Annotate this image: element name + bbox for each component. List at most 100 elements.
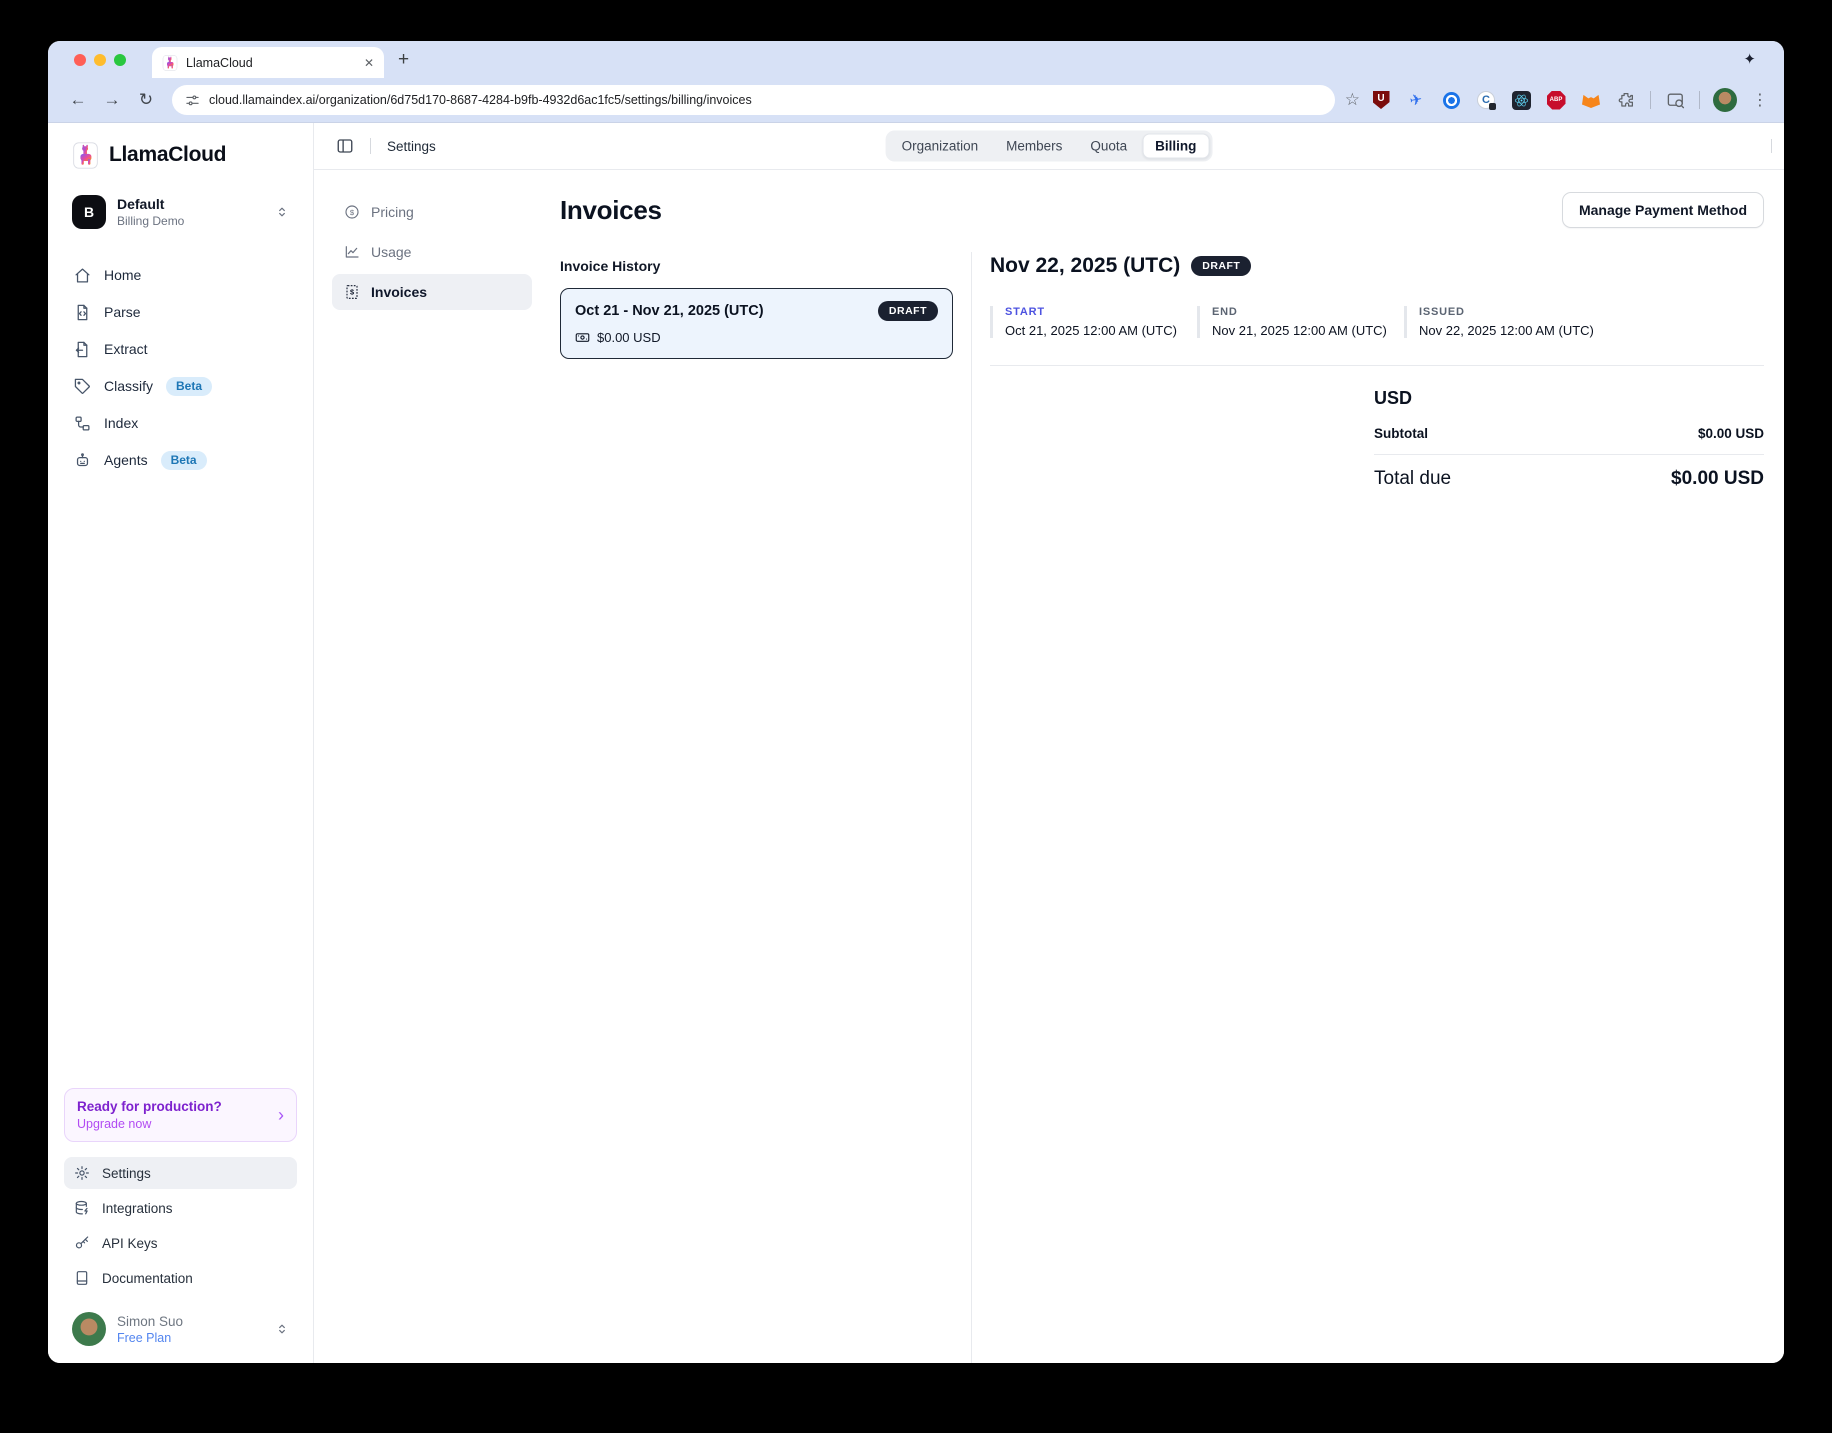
site-settings-icon[interactable] bbox=[185, 93, 200, 108]
settings-tab-group: Organization Members Quota Billing bbox=[886, 131, 1213, 162]
url-bar[interactable]: cloud.llamaindex.ai/organization/6d75d17… bbox=[172, 85, 1335, 115]
extension-icons: U ✈ C ABP ⋮ bbox=[1370, 88, 1770, 112]
browser-profile-avatar[interactable] bbox=[1713, 88, 1737, 112]
extensions-puzzle-icon[interactable] bbox=[1615, 89, 1637, 111]
file-extract-icon bbox=[74, 341, 91, 358]
sidebar-item-documentation[interactable]: Documentation bbox=[64, 1262, 297, 1294]
user-plan: Free Plan bbox=[117, 1331, 183, 1345]
bookmark-star-icon[interactable]: ☆ bbox=[1345, 90, 1360, 110]
sidebar-item-integrations[interactable]: Integrations bbox=[64, 1192, 297, 1224]
invoice-history-label: Invoice History bbox=[560, 258, 953, 274]
main-area: Settings Organization Members Quota Bill… bbox=[314, 123, 1784, 1363]
invoice-history-column: Invoice History Oct 21 - Nov 21, 2025 (U… bbox=[560, 252, 972, 1363]
total-due-value: $0.00 USD bbox=[1671, 468, 1764, 490]
tab-quota[interactable]: Quota bbox=[1077, 134, 1140, 159]
header-right-divider bbox=[1771, 139, 1772, 153]
breadcrumb: Settings bbox=[387, 139, 436, 154]
subnav-item-invoices[interactable]: $ Invoices bbox=[332, 274, 532, 310]
user-menu[interactable]: Simon Suo Free Plan bbox=[64, 1308, 297, 1350]
tab-close-icon[interactable]: ✕ bbox=[364, 56, 374, 70]
totals-divider bbox=[1374, 454, 1764, 455]
metamask-fox-extension-icon[interactable] bbox=[1580, 89, 1602, 111]
user-name: Simon Suo bbox=[117, 1314, 183, 1329]
reload-button[interactable]: ↻ bbox=[130, 85, 162, 115]
sidebar-item-index[interactable]: Index bbox=[64, 406, 297, 440]
org-selector[interactable]: B Default Billing Demo bbox=[64, 190, 297, 234]
subnav-item-pricing[interactable]: $ Pricing bbox=[332, 194, 532, 230]
main-header: Settings Organization Members Quota Bill… bbox=[314, 123, 1784, 170]
beta-badge: Beta bbox=[166, 377, 212, 396]
invoice-detail-panel: Nov 22, 2025 (UTC) DRAFT START Oct 21, 2… bbox=[972, 252, 1764, 1363]
close-window-button[interactable] bbox=[74, 54, 86, 66]
screen-search-icon[interactable] bbox=[1664, 89, 1686, 111]
meta-end: END Nov 21, 2025 12:00 AM (UTC) bbox=[1197, 306, 1390, 338]
browser-window: LlamaCloud ✕ + ✦ ← → ↻ cloud.llamaindex.… bbox=[48, 41, 1784, 1363]
react-devtools-extension-icon[interactable] bbox=[1510, 89, 1532, 111]
target-extension-icon[interactable] bbox=[1440, 89, 1462, 111]
header-divider bbox=[370, 138, 371, 154]
sidebar-item-parse[interactable]: Parse bbox=[64, 295, 297, 329]
invoice-totals: USD Subtotal $0.00 USD Total due $0.00 U… bbox=[1374, 388, 1764, 490]
invoice-list-item[interactable]: Oct 21 - Nov 21, 2025 (UTC) DRAFT $0.00 … bbox=[560, 288, 953, 359]
sidebar-item-agents[interactable]: Agents Beta bbox=[64, 443, 297, 477]
database-icon bbox=[74, 1200, 90, 1216]
tag-icon bbox=[74, 378, 91, 395]
chevron-up-down-icon bbox=[275, 1322, 289, 1336]
key-icon bbox=[74, 1235, 90, 1251]
sidebar-footer-nav: Settings Integrations API Keys Documenta… bbox=[48, 1157, 313, 1294]
browser-toolbar: ← → ↻ cloud.llamaindex.ai/organization/6… bbox=[48, 78, 1784, 123]
toolbar-divider bbox=[1650, 91, 1651, 109]
invoice-detail-title: Nov 22, 2025 (UTC) bbox=[990, 254, 1180, 278]
browser-menu-icon[interactable]: ⋮ bbox=[1750, 90, 1770, 110]
total-due-label: Total due bbox=[1374, 468, 1451, 490]
tab-organization[interactable]: Organization bbox=[889, 134, 992, 159]
org-subtitle: Billing Demo bbox=[117, 214, 184, 228]
invoice-meta: START Oct 21, 2025 12:00 AM (UTC) END No… bbox=[990, 306, 1764, 338]
url-text[interactable]: cloud.llamaindex.ai/organization/6d75d17… bbox=[209, 93, 752, 107]
currency-label: USD bbox=[1374, 388, 1764, 409]
browser-tab[interactable]: LlamaCloud ✕ bbox=[152, 47, 384, 78]
detail-divider bbox=[990, 365, 1764, 366]
tab-billing[interactable]: Billing bbox=[1142, 134, 1209, 159]
llamacloud-logo-icon bbox=[72, 142, 99, 169]
tab-members[interactable]: Members bbox=[993, 134, 1075, 159]
maximize-window-button[interactable] bbox=[114, 54, 126, 66]
sidebar-item-settings[interactable]: Settings bbox=[64, 1157, 297, 1189]
org-avatar: B bbox=[72, 195, 106, 229]
toolbar-divider bbox=[1699, 91, 1700, 109]
minimize-window-button[interactable] bbox=[94, 54, 106, 66]
manage-payment-method-button[interactable]: Manage Payment Method bbox=[1562, 192, 1764, 228]
receipt-icon: $ bbox=[344, 284, 360, 300]
sidebar-item-extract[interactable]: Extract bbox=[64, 332, 297, 366]
subnav-item-usage[interactable]: Usage bbox=[332, 234, 532, 270]
sidebar-item-classify[interactable]: Classify Beta bbox=[64, 369, 297, 403]
page-title: Invoices bbox=[560, 195, 662, 226]
money-icon bbox=[575, 330, 590, 345]
sidebar: LlamaCloud B Default Billing Demo Home bbox=[48, 123, 314, 1363]
llamacloud-app: LlamaCloud B Default Billing Demo Home bbox=[48, 123, 1784, 1363]
jet-extension-icon[interactable]: ✈ bbox=[1403, 87, 1428, 112]
sidebar-item-api-keys[interactable]: API Keys bbox=[64, 1227, 297, 1259]
favicon bbox=[162, 55, 178, 71]
upgrade-banner[interactable]: Ready for production? Upgrade now › bbox=[64, 1088, 297, 1142]
circle-dollar-icon: $ bbox=[344, 204, 360, 220]
back-button[interactable]: ← bbox=[62, 85, 94, 115]
subtotal-label: Subtotal bbox=[1374, 426, 1428, 441]
robot-icon bbox=[74, 452, 91, 469]
ublock-extension-icon[interactable]: U bbox=[1370, 89, 1392, 111]
new-tab-button[interactable]: + bbox=[398, 50, 409, 69]
sidebar-item-home[interactable]: Home bbox=[64, 258, 297, 292]
billing-subnav: $ Pricing Usage $ Invoices bbox=[314, 170, 546, 1363]
invoice-period: Oct 21 - Nov 21, 2025 (UTC) bbox=[575, 303, 764, 319]
home-icon bbox=[74, 267, 91, 284]
chart-line-icon bbox=[344, 244, 360, 260]
forward-button[interactable]: → bbox=[96, 85, 128, 115]
banner-subtitle: Upgrade now bbox=[77, 1117, 222, 1131]
browser-tab-strip: LlamaCloud ✕ + ✦ bbox=[48, 41, 1784, 78]
status-badge: DRAFT bbox=[1191, 256, 1251, 276]
tab-strip-sparkle-icon[interactable]: ✦ bbox=[1743, 50, 1756, 68]
sidebar-toggle-icon[interactable] bbox=[336, 137, 354, 155]
subtotal-value: $0.00 USD bbox=[1698, 426, 1764, 441]
adblock-plus-extension-icon[interactable]: ABP bbox=[1545, 89, 1567, 111]
privacy-lock-extension-icon[interactable]: C bbox=[1475, 89, 1497, 111]
